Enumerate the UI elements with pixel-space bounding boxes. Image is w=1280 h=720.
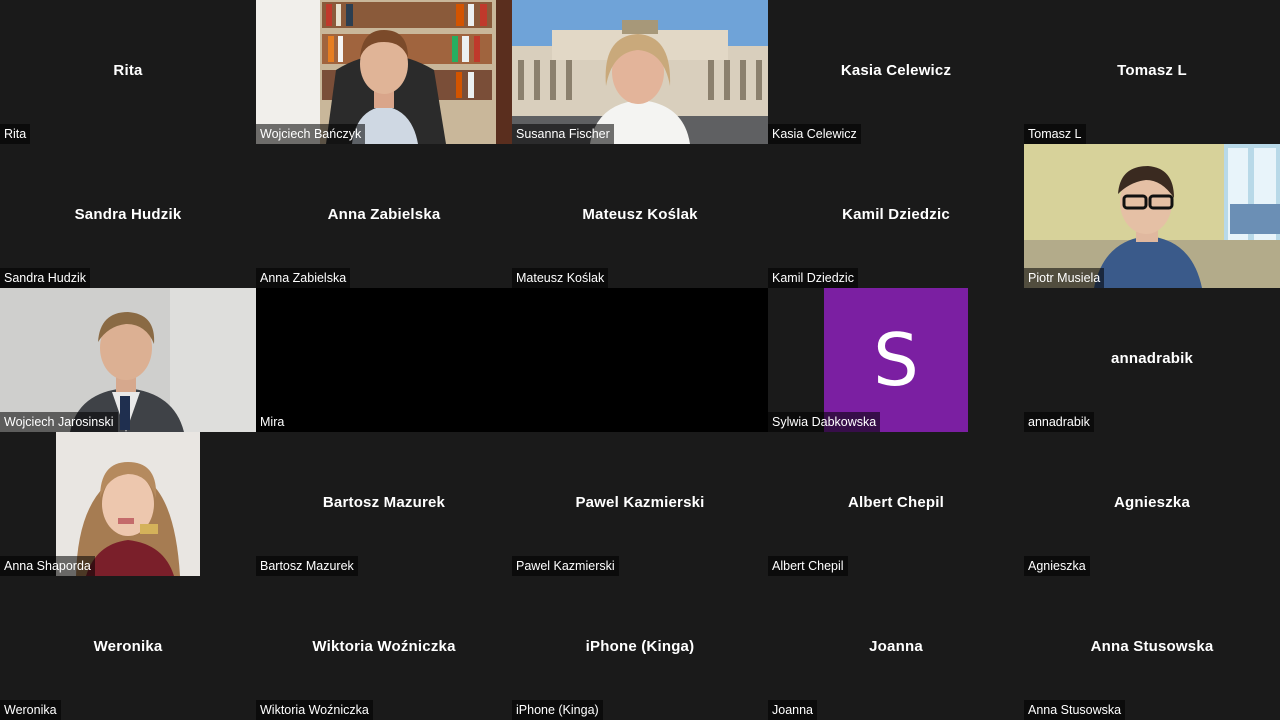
- participant-tile-piotr-musiela[interactable]: Piotr Musiela: [1024, 144, 1280, 288]
- participant-display-name: Anna Stusowska: [1090, 638, 1214, 655]
- participant-name-label: Mateusz Koślak: [512, 268, 609, 288]
- participant-tile-kamil-dziedzic[interactable]: Kamil Dziedzic Kamil Dziedzic: [768, 144, 1024, 288]
- participant-tile-agnieszka[interactable]: Agnieszka Agnieszka: [1024, 432, 1280, 576]
- participant-name-label: Joanna: [768, 700, 818, 720]
- participant-display-name: Tomasz L: [1117, 62, 1187, 79]
- avatar: S: [824, 288, 968, 432]
- participant-tile-iphone-kinga[interactable]: iPhone (Kinga) iPhone (Kinga): [512, 576, 768, 720]
- participant-tile-weronika[interactable]: Weronika Weronika: [0, 576, 256, 720]
- participant-name-label: Kamil Dziedzic: [768, 268, 858, 288]
- participant-tile-unnamed[interactable]: [512, 288, 768, 432]
- participant-display-name: Rita: [113, 62, 143, 79]
- participant-display-name: Albert Chepil: [848, 494, 944, 511]
- video-feed: [1024, 144, 1280, 288]
- participant-tile-bartosz-mazurek[interactable]: Bartosz Mazurek Bartosz Mazurek: [256, 432, 512, 576]
- participant-tile-wiktoria-wozniczka[interactable]: Wiktoria Woźniczka Wiktoria Woźniczka: [256, 576, 512, 720]
- participant-display-name: iPhone (Kinga): [585, 638, 695, 655]
- video-feed: [0, 288, 256, 432]
- participant-tile-joanna[interactable]: Joanna Joanna: [768, 576, 1024, 720]
- participant-name-label: Anna Stusowska: [1024, 700, 1126, 720]
- participant-display-name: Joanna: [869, 638, 923, 655]
- participant-display-name: Pawel Kazmierski: [575, 494, 705, 511]
- participant-name-label: Piotr Musiela: [1024, 268, 1105, 288]
- participant-tile-wojciech-jarosinski[interactable]: Wojciech Jarosinski: [0, 288, 256, 432]
- participant-display-name: annadrabik: [1110, 350, 1194, 367]
- participant-name-label: Pawel Kazmierski: [512, 556, 619, 576]
- participant-name-label: Tomasz L: [1024, 124, 1086, 144]
- participant-tile-rita[interactable]: Rita Rita: [0, 0, 256, 144]
- video-feed: [512, 0, 768, 144]
- participant-display-name: Kasia Celewicz: [840, 62, 952, 79]
- participant-display-name: Kamil Dziedzic: [842, 206, 950, 223]
- participant-display-name: Agnieszka: [1114, 494, 1190, 511]
- participant-name-label: Sylwia Dabkowska: [768, 412, 881, 432]
- video-feed: [56, 432, 200, 576]
- participant-tile-anna-shaporda[interactable]: Anna Shaporda: [0, 432, 256, 576]
- participant-tile-wojciech-banczyk[interactable]: Wojciech Bańczyk: [256, 0, 512, 144]
- participant-name-label: Wojciech Bańczyk: [256, 124, 366, 144]
- participant-tile-albert-chepil[interactable]: Albert Chepil Albert Chepil: [768, 432, 1024, 576]
- participant-name-label: Mira: [256, 412, 289, 432]
- participant-name-label: Bartosz Mazurek: [256, 556, 358, 576]
- participant-display-name: Mateusz Koślak: [582, 206, 698, 223]
- participant-grid: Rita Rita Wojciech Bańczyk Susanna Fisch…: [0, 0, 1280, 720]
- participant-name-label: Anna Shaporda: [0, 556, 95, 576]
- participant-tile-pawel-kazmierski[interactable]: Pawel Kazmierski Pawel Kazmierski: [512, 432, 768, 576]
- participant-name-label: iPhone (Kinga): [512, 700, 603, 720]
- participant-name-label: Albert Chepil: [768, 556, 848, 576]
- participant-tile-sylwia-dabkowska[interactable]: S Sylwia Dabkowska: [768, 288, 1024, 432]
- participant-name-label: Weronika: [0, 700, 61, 720]
- participant-display-name: Sandra Hudzik: [74, 206, 182, 223]
- participant-name-label: Agnieszka: [1024, 556, 1090, 576]
- participant-tile-kasia-celewicz[interactable]: Kasia Celewicz Kasia Celewicz: [768, 0, 1024, 144]
- participant-display-name: Anna Zabielska: [327, 206, 441, 223]
- participant-display-name: Bartosz Mazurek: [322, 494, 446, 511]
- participant-name-label: Rita: [0, 124, 31, 144]
- participant-display-name: Weronika: [93, 638, 163, 655]
- participant-tile-anna-zabielska[interactable]: Anna Zabielska Anna Zabielska: [256, 144, 512, 288]
- participant-name-label: Anna Zabielska: [256, 268, 351, 288]
- participant-display-name: Wiktoria Woźniczka: [312, 638, 456, 655]
- participant-tile-susanna-fischer[interactable]: Susanna Fischer: [512, 0, 768, 144]
- participant-tile-tomasz-l[interactable]: Tomasz L Tomasz L: [1024, 0, 1280, 144]
- participant-tile-annadrabik[interactable]: annadrabik annadrabik: [1024, 288, 1280, 432]
- avatar-letter: S: [873, 318, 919, 402]
- participant-name-label: Susanna Fischer: [512, 124, 614, 144]
- participant-name-label: annadrabik: [1024, 412, 1094, 432]
- participant-name-label: Wiktoria Woźniczka: [256, 700, 373, 720]
- participant-tile-anna-stusowska[interactable]: Anna Stusowska Anna Stusowska: [1024, 576, 1280, 720]
- participant-name-label: Kasia Celewicz: [768, 124, 861, 144]
- participant-tile-mira[interactable]: Mira: [256, 288, 512, 432]
- participant-tile-sandra-hudzik[interactable]: Sandra Hudzik Sandra Hudzik: [0, 144, 256, 288]
- participant-tile-mateusz-koslak[interactable]: Mateusz Koślak Mateusz Koślak: [512, 144, 768, 288]
- video-feed: [256, 0, 512, 144]
- participant-name-label: Sandra Hudzik: [0, 268, 90, 288]
- participant-name-label: Wojciech Jarosinski: [0, 412, 118, 432]
